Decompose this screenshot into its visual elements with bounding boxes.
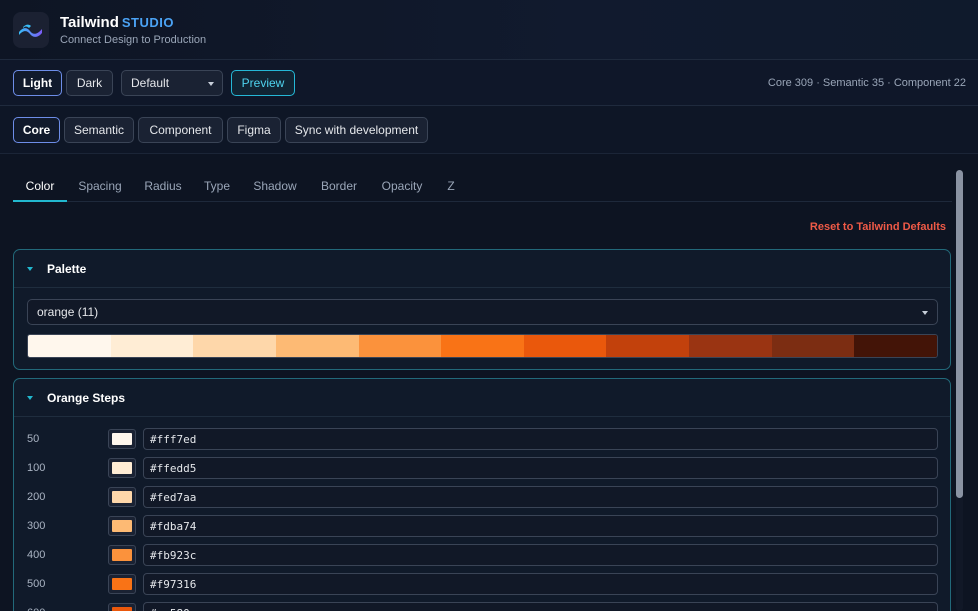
toolbar: Light Dark Default Preview Core 309 · Se… [0,60,978,106]
token-counts: Core 309 · Semantic 35 · Component 22 [767,77,966,89]
color-picker-swatch[interactable] [108,603,136,611]
color-preview [112,578,132,590]
palette-swatch-bar [27,334,938,358]
studio-badge: STUDIO [121,15,175,30]
palette-swatch [606,335,690,357]
tab-z[interactable]: Z [443,172,459,202]
preview-button[interactable]: Preview [231,70,295,96]
palette-swatch [689,335,772,357]
palette-select-value: orange (11) [37,305,99,319]
step-label: 500 [27,578,46,590]
collapse-triangle-icon [27,396,33,400]
token-tabs: Color Spacing Radius Type Shadow Border … [13,172,952,202]
color-preview [112,491,132,503]
step-row: 500 #f97316 [14,573,950,597]
step-row: 600 #ea580c [14,602,950,611]
step-row: 400 #fb923c [14,544,950,568]
palette-panel-header[interactable]: Palette [14,250,950,288]
reset-defaults-link[interactable]: Reset to Tailwind Defaults [810,221,946,233]
tab-type[interactable]: Type [199,172,235,202]
palette-panel: Palette orange (11) [13,249,951,370]
preset-select[interactable]: Default [121,70,223,96]
palette-swatch [193,335,276,357]
palette-swatch [441,335,524,357]
color-preview [112,520,132,532]
light-theme-button[interactable]: Light [13,70,62,96]
chevron-down-icon [208,82,214,86]
app-name: Tailwind [60,14,119,31]
dark-theme-button[interactable]: Dark [66,70,113,96]
hex-input[interactable]: #fff7ed [143,428,938,450]
palette-title: Palette [47,262,87,276]
color-picker-swatch[interactable] [108,429,136,449]
hex-input[interactable]: #ea580c [143,602,938,611]
tailwind-wave-icon [13,12,49,48]
app-title: Tailwind STUDIO [60,14,174,31]
steps-panel-header[interactable]: Orange Steps [14,379,950,417]
palette-select[interactable]: orange (11) [27,299,938,325]
step-row: 300 #fdba74 [14,515,950,539]
section-semantic[interactable]: Semantic [64,117,134,143]
step-label: 100 [27,462,46,474]
tab-spacing[interactable]: Spacing [73,172,127,202]
section-sync[interactable]: Sync with development [285,117,428,143]
tab-color[interactable]: Color [13,172,67,202]
palette-swatch [854,335,937,357]
scrollbar[interactable] [956,170,963,611]
color-picker-swatch[interactable] [108,487,136,507]
main-content: Color Spacing Radius Type Shadow Border … [0,154,978,611]
tab-shadow[interactable]: Shadow [249,172,301,202]
chevron-down-icon [922,311,928,315]
color-picker-swatch[interactable] [108,545,136,565]
hex-input[interactable]: #f97316 [143,573,938,595]
hex-input[interactable]: #fed7aa [143,486,938,508]
step-row: 200 #fed7aa [14,486,950,510]
tab-border[interactable]: Border [315,172,363,202]
palette-swatch [771,335,855,357]
color-preview [112,607,132,611]
step-label: 300 [27,520,46,532]
section-tabs: Core Semantic Component Figma Sync with … [0,106,978,154]
color-picker-swatch[interactable] [108,574,136,594]
section-component[interactable]: Component [138,117,223,143]
color-preview [112,549,132,561]
palette-swatch [523,335,607,357]
section-core[interactable]: Core [13,117,60,143]
app-header: Tailwind STUDIO Connect Design to Product… [0,0,978,60]
step-label: 600 [27,607,45,611]
scrollbar-thumb[interactable] [956,170,963,498]
color-preview [112,433,132,445]
palette-swatch [358,335,442,357]
step-label: 400 [27,549,46,561]
step-row: 50 #fff7ed [14,428,950,452]
color-picker-swatch[interactable] [108,516,136,536]
step-row: 100 #ffedd5 [14,457,950,481]
collapse-triangle-icon [27,267,33,271]
step-label: 50 [27,433,40,445]
preset-select-value: Default [131,76,170,90]
hex-input[interactable]: #fdba74 [143,515,938,537]
palette-swatch [110,335,194,357]
step-label: 200 [27,491,46,503]
steps-title: Orange Steps [47,391,126,405]
tab-radius[interactable]: Radius [139,172,187,202]
palette-swatch [275,335,359,357]
hex-input[interactable]: #fb923c [143,544,938,566]
color-picker-swatch[interactable] [108,458,136,478]
tab-opacity[interactable]: Opacity [377,172,427,202]
hex-input[interactable]: #ffedd5 [143,457,938,479]
section-figma[interactable]: Figma [227,117,281,143]
color-preview [112,462,132,474]
palette-swatch [28,335,111,357]
steps-panel: Orange Steps 50 #fff7ed 100 #ffedd5 200 #fed7… [13,378,951,611]
app-subtitle: Connect Design to Production [60,34,207,46]
